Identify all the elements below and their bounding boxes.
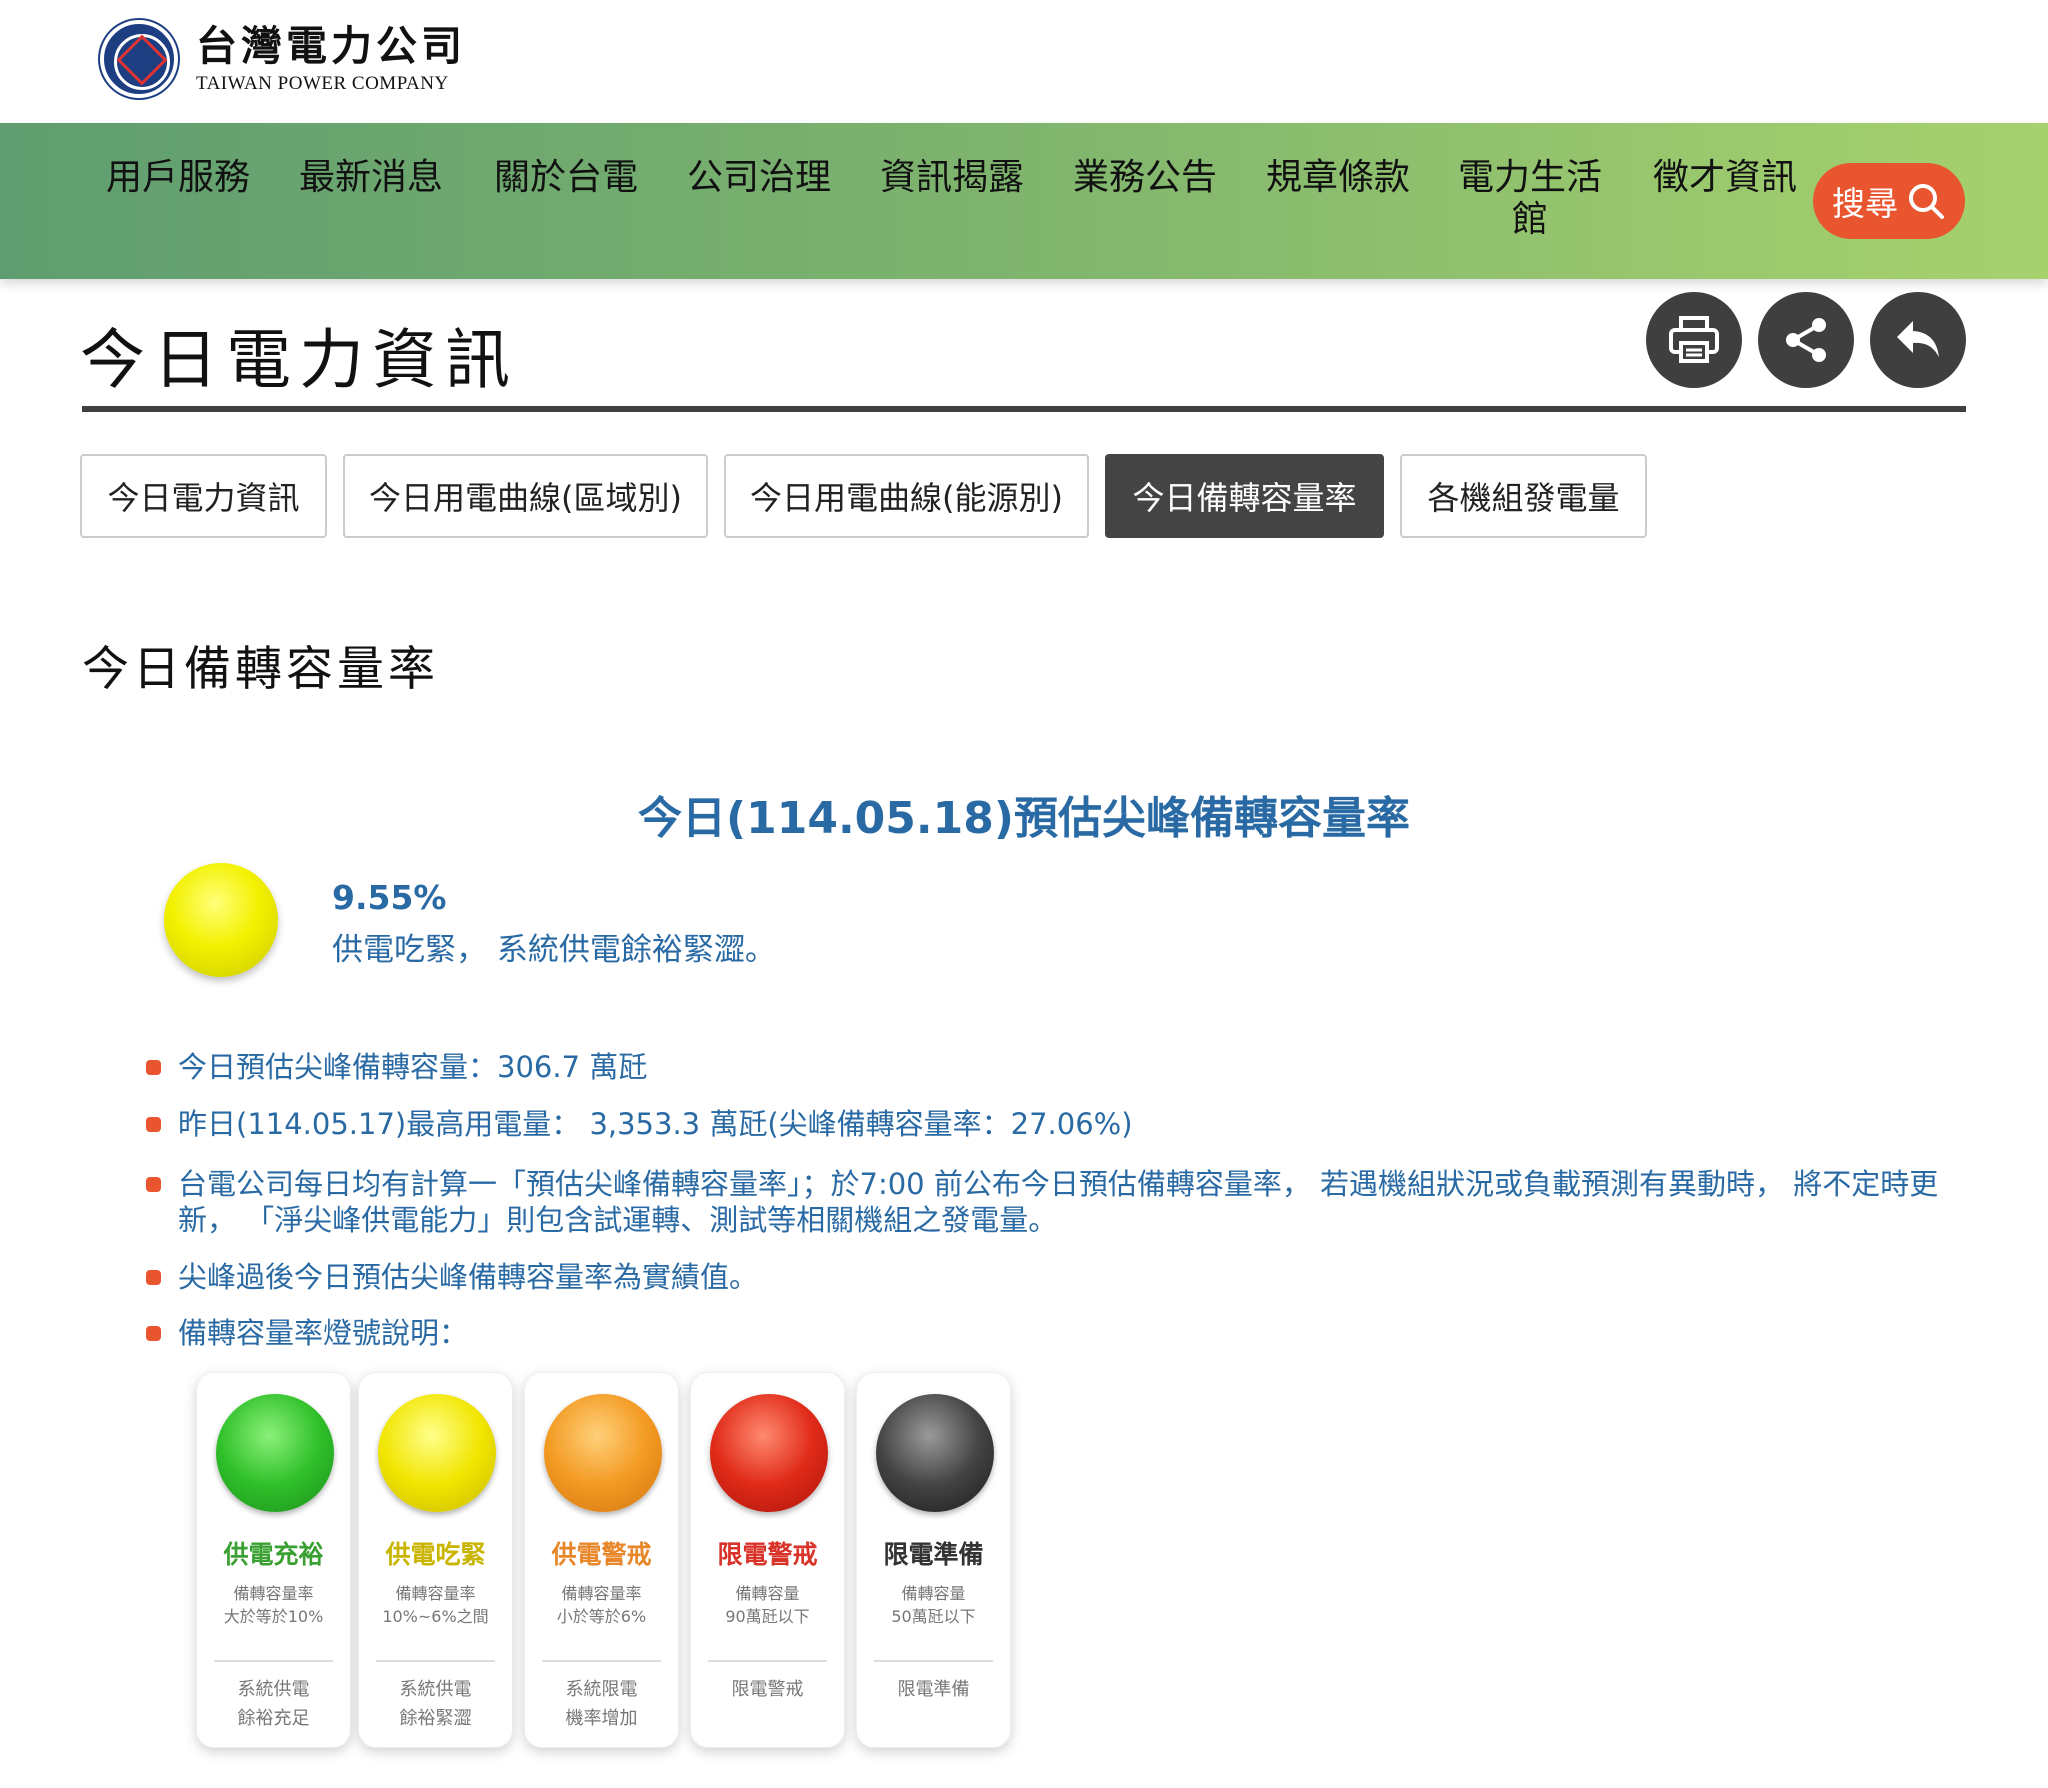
back-icon <box>1897 321 1939 357</box>
tab-reserve-margin[interactable]: 今日備轉容量率 <box>1105 454 1384 538</box>
legend-card-black: 限電準備 備轉容量 50萬瓩以下 限電準備 <box>856 1372 1011 1748</box>
legend-meaning-line: 系統供電 <box>399 1679 472 1700</box>
reserve-rate-description: 供電吃緊， 系統供電餘裕緊澀。 <box>332 932 776 968</box>
legend-divider <box>376 1660 495 1662</box>
legend-meaning-line: 系統限電 <box>565 1679 638 1700</box>
legend-criteria: 備轉容量率小於等於6% <box>524 1582 679 1628</box>
legend-card-orange: 供電警戒 備轉容量率小於等於6% 系統限電機率增加 <box>524 1372 679 1748</box>
section-title: 今日備轉容量率 <box>82 642 439 697</box>
legend-meaning-line: 限電警戒 <box>731 1679 804 1700</box>
legend-divider <box>542 1660 661 1662</box>
taipower-logo[interactable]: 台灣電力公司 TAIWAN POWER COMPANY <box>100 20 466 98</box>
site-header: 台灣電力公司 TAIWAN POWER COMPANY <box>0 0 2048 123</box>
tab-curve-region[interactable]: 今日用電曲線(區域別) <box>343 454 708 538</box>
main-nav: 用戶服務 最新消息 關於台電 公司治理 資訊揭露 業務公告 規章條款 電力生活館… <box>0 123 2048 279</box>
legend-title: 供電警戒 <box>551 1540 652 1569</box>
legend-meaning: 系統供電 餘裕充足 <box>196 1675 351 1733</box>
orange-light-icon <box>544 1394 662 1512</box>
bullet-text: 今日預估尖峰備轉容量：306.7 萬瓩 <box>178 1050 648 1084</box>
legend-meaning: 限電準備 <box>856 1675 1011 1704</box>
bullet-text: 備轉容量率燈號說明： <box>178 1316 469 1350</box>
page-title: 今日電力資訊 <box>80 323 519 398</box>
legend-criteria-line: 大於等於10% <box>223 1607 324 1626</box>
nav-item-about[interactable]: 關於台電 <box>494 157 638 199</box>
legend-divider <box>214 1660 333 1662</box>
legend-title: 限電準備 <box>883 1540 984 1569</box>
tab-curve-energy[interactable]: 今日用電曲線(能源別) <box>724 454 1089 538</box>
black-light-icon <box>876 1394 994 1512</box>
legend-divider <box>708 1660 827 1662</box>
legend-criteria-line: 備轉容量率 <box>561 1584 642 1603</box>
green-light-icon <box>216 1394 334 1512</box>
back-button[interactable] <box>1870 292 1966 388</box>
nav-item-customer-service[interactable]: 用戶服務 <box>106 157 250 199</box>
share-icon <box>1786 318 1826 362</box>
red-light-icon <box>710 1394 828 1512</box>
legend-meaning-line: 機率增加 <box>565 1708 638 1729</box>
legend-criteria-line: 備轉容量 <box>901 1584 966 1603</box>
list-item: 台電公司每日均有計算一「預估尖峰備轉容量率」；於7:00 前公布今日預估備轉容量… <box>146 1166 1986 1238</box>
legend-criteria-line: 備轉容量 <box>735 1584 800 1603</box>
legend-divider <box>874 1660 993 1662</box>
legend-meaning-line: 限電準備 <box>897 1679 970 1700</box>
legend-meaning-line: 餘裕緊澀 <box>399 1708 472 1729</box>
legend-title: 供電充裕 <box>223 1540 324 1569</box>
legend-criteria-line: 備轉容量率 <box>233 1584 314 1603</box>
legend-card-green: 供電充裕 備轉容量率大於等於10% 系統供電餘裕充足 <box>196 1372 351 1748</box>
reserve-headline: 今日(114.05.18)預估尖峰備轉容量率 <box>638 793 1410 844</box>
bullet-text: 昨日(114.05.17)最高用電量： 3,353.3 萬瓩(尖峰備轉容量率：2… <box>178 1107 1133 1141</box>
legend-criteria-line: 備轉容量率 <box>395 1584 476 1603</box>
legend-criteria: 備轉容量 90萬瓩以下 <box>690 1582 845 1628</box>
legend-criteria-line: 90萬瓩以下 <box>725 1607 810 1626</box>
legend-criteria-line: 小於等於6% <box>556 1607 647 1626</box>
search-icon <box>1909 184 1944 219</box>
legend-criteria: 備轉容量率 10%~6%之間 <box>358 1582 513 1628</box>
light-legend: 供電充裕 備轉容量率大於等於10% 系統供電餘裕充足 供電吃緊 備轉容量率 10%… <box>144 1372 1014 1782</box>
tab-power-info[interactable]: 今日電力資訊 <box>80 454 327 538</box>
legend-criteria-line: 50萬瓩以下 <box>891 1607 976 1626</box>
list-item: 備轉容量率燈號說明： <box>146 1315 1986 1351</box>
legend-title: 供電吃緊 <box>385 1540 486 1569</box>
legend-criteria: 備轉容量率大於等於10% <box>196 1582 351 1628</box>
legend-meaning-line: 系統供電 <box>237 1679 310 1700</box>
nav-item-power-life[interactable]: 電力生活館 <box>1458 157 1602 241</box>
legend-meaning: 限電警戒 <box>690 1675 845 1704</box>
print-button[interactable] <box>1646 292 1742 388</box>
reserve-rate-value: 9.55% <box>332 878 447 917</box>
legend-card-yellow: 供電吃緊 備轉容量率 10%~6%之間 系統供電餘裕緊澀 <box>358 1372 513 1748</box>
list-item: 尖峰過後今日預估尖峰備轉容量率為實績值。 <box>146 1259 1986 1295</box>
tab-unit-generation[interactable]: 各機組發電量 <box>1400 454 1647 538</box>
legend-criteria: 備轉容量 50萬瓩以下 <box>856 1582 1011 1628</box>
bullet-text: 台電公司每日均有計算一「預估尖峰備轉容量率」；於7:00 前公布今日預估備轉容量… <box>178 1167 1939 1237</box>
legend-meaning: 系統限電 機率增加 <box>524 1675 679 1733</box>
legend-criteria-line: 10%~6%之間 <box>382 1607 489 1626</box>
search-label: 搜尋 <box>1832 184 1898 223</box>
yellow-light-icon <box>164 863 278 977</box>
nav-item-governance[interactable]: 公司治理 <box>687 157 831 199</box>
logo-english-name: TAIWAN POWER COMPANY <box>196 73 449 94</box>
share-button[interactable] <box>1758 292 1854 388</box>
list-item: 今日預估尖峰備轉容量：306.7 萬瓩 <box>146 1049 1986 1085</box>
yellow-light-icon <box>378 1394 496 1512</box>
legend-meaning: 系統供電 餘裕緊澀 <box>358 1675 513 1733</box>
logo-chinese-name: 台灣電力公司 <box>196 22 466 70</box>
legend-meaning-line: 餘裕充足 <box>237 1708 310 1729</box>
list-item: 昨日(114.05.17)最高用電量： 3,353.3 萬瓩(尖峰備轉容量率：2… <box>146 1106 1986 1142</box>
taipower-emblem-icon <box>100 20 178 98</box>
legend-card-red: 限電警戒 備轉容量 90萬瓩以下 限電警戒 <box>690 1372 845 1748</box>
print-icon <box>1669 316 1719 363</box>
search-button[interactable]: 搜尋 <box>1813 163 1965 239</box>
nav-item-disclosure[interactable]: 資訊揭露 <box>880 157 1024 199</box>
title-divider <box>82 406 1966 412</box>
nav-item-news[interactable]: 最新消息 <box>299 157 443 199</box>
legend-title: 限電警戒 <box>717 1540 818 1569</box>
nav-item-careers[interactable]: 徵才資訊 <box>1653 157 1797 199</box>
nav-item-announcements[interactable]: 業務公告 <box>1073 157 1217 199</box>
nav-item-regulations[interactable]: 規章條款 <box>1266 157 1410 199</box>
bullet-text: 尖峰過後今日預估尖峰備轉容量率為實績值。 <box>178 1260 759 1294</box>
